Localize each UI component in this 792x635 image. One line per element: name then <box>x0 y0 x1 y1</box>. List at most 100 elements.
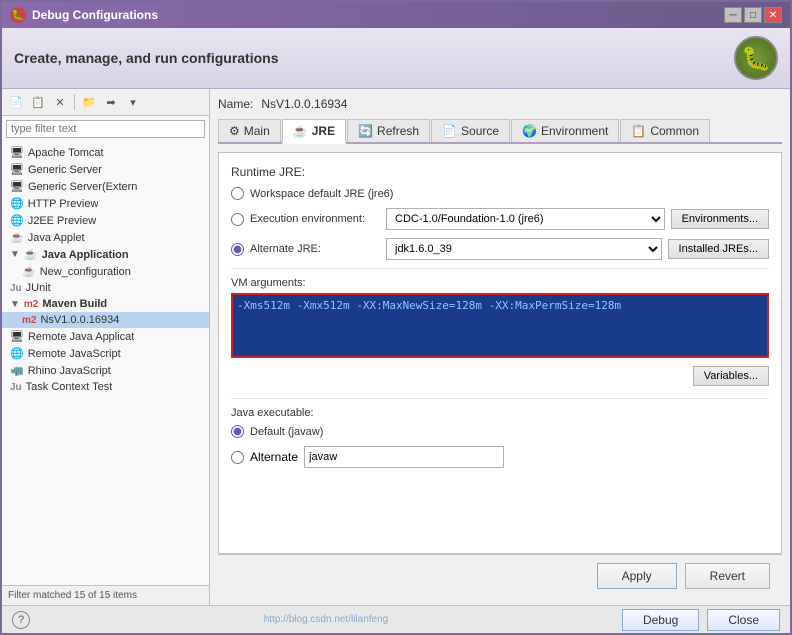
revert-button[interactable]: Revert <box>685 563 770 589</box>
default-javaw-row: Default (javaw) <box>231 425 769 438</box>
footer: ? http://blog.csdn.net/lilanfeng Debug C… <box>2 605 790 633</box>
duplicate-button[interactable]: 📋 <box>28 92 48 112</box>
footer-debug-row: Debug Close <box>622 609 780 631</box>
default-javaw-label: Default (javaw) <box>250 426 323 438</box>
tab-refresh[interactable]: 🔄 Refresh <box>347 119 430 142</box>
exec-env-radio[interactable] <box>231 213 244 226</box>
list-item[interactable]: ▼ ☕ Java Application <box>2 246 209 263</box>
vm-args-textarea[interactable]: -Xms512m -Xmx512m -XX:MaxNewSize=128m -X… <box>237 299 763 349</box>
tab-main-label: Main <box>244 124 270 138</box>
header-bar: Create, manage, and run configurations 🐛 <box>2 28 790 89</box>
exec-env-radio-row: Execution environment: <box>231 213 380 226</box>
tree-item-label: Maven Build <box>42 298 107 310</box>
alternate-javaw-radio[interactable] <box>231 451 244 464</box>
tree-item-label: Apache Tomcat <box>28 147 104 159</box>
list-item[interactable]: 🖥 Generic Server(Extern <box>2 178 209 195</box>
list-item[interactable]: 🖥 Remote Java Applicat <box>2 328 209 345</box>
help-button[interactable]: ? <box>12 611 30 629</box>
server-extern-icon: 🖥 <box>10 180 24 193</box>
workspace-jre-row: Workspace default JRE (jre6) <box>231 187 769 200</box>
jre-form: Runtime JRE: Workspace default JRE (jre6… <box>218 152 782 554</box>
filter-status: Filter matched 15 of 15 items <box>2 585 209 605</box>
tab-environment[interactable]: 🌍 Environment <box>511 119 619 142</box>
tab-source[interactable]: 📄 Source <box>431 119 510 142</box>
name-label: Name: <box>218 97 253 111</box>
list-item[interactable]: 🖥 Apache Tomcat <box>2 144 209 161</box>
dropdown-button[interactable]: ▾ <box>123 92 143 112</box>
tree-item-label: New_configuration <box>40 266 131 278</box>
java-app-icon: ☕ <box>24 248 38 261</box>
variables-button[interactable]: Variables... <box>693 366 769 386</box>
list-item[interactable]: 🌐 J2EE Preview <box>2 212 209 229</box>
new-config-icon: ☕ <box>22 265 36 278</box>
left-toolbar: 📄 📋 ✕ 📁 ➡ ▾ <box>2 89 209 116</box>
separator-1 <box>74 94 75 110</box>
env-tab-icon: 🌍 <box>522 124 537 138</box>
remote-js-icon: 🌐 <box>10 347 24 360</box>
junit-icon: Ju <box>10 283 22 294</box>
tab-common-label: Common <box>650 124 699 138</box>
j2ee-icon: 🌐 <box>10 214 24 227</box>
debug-configurations-window: Debug Configurations ─ □ ✕ Create, manag… <box>0 0 792 635</box>
tab-jre-label: JRE <box>312 124 335 138</box>
alt-jre-row: Alternate JRE: jdk1.6.0_39jre6jre7 Insta… <box>231 238 769 260</box>
installed-jres-button[interactable]: Installed JREs... <box>668 239 769 259</box>
bottom-bar: Apply Revert <box>218 554 782 597</box>
alternate-javaw-row: Alternate <box>231 446 769 468</box>
list-item[interactable]: 🌐 Remote JavaScript <box>2 345 209 362</box>
selected-config-item[interactable]: m2 NsV1.0.0.16934 <box>2 312 209 328</box>
java-exec-label: Java executable: <box>231 407 769 419</box>
list-item[interactable]: Ju Task Context Test <box>2 379 209 395</box>
left-panel: 📄 📋 ✕ 📁 ➡ ▾ 🖥 Apache Tomcat 🖥 Generic Se… <box>2 89 210 605</box>
alternate-javaw-input[interactable] <box>304 446 504 468</box>
exec-env-select[interactable]: CDC-1.0/Foundation-1.0 (jre6)JavaSE-1.6 … <box>386 208 665 230</box>
server-icon: 🖥 <box>10 163 24 176</box>
runtime-jre-label: Runtime JRE: <box>231 165 769 179</box>
list-item[interactable]: ▼ m2 Maven Build <box>2 296 209 312</box>
workspace-jre-radio[interactable] <box>231 187 244 200</box>
debug-button[interactable]: Debug <box>622 609 699 631</box>
workspace-jre-radio-label: Workspace default JRE (jre6) <box>250 188 393 200</box>
default-javaw-radio[interactable] <box>231 425 244 438</box>
list-item[interactable]: 🖥 Generic Server <box>2 161 209 178</box>
list-item[interactable]: ☕ New_configuration <box>2 263 209 280</box>
debug-icon <box>10 7 26 23</box>
list-item[interactable]: Ju JUnit <box>2 280 209 296</box>
vm-section: VM arguments: -Xms512m -Xmx512m -XX:MaxN… <box>231 277 769 386</box>
maximize-button[interactable]: □ <box>744 7 762 23</box>
ns-icon: m2 <box>22 315 36 326</box>
tab-jre[interactable]: ☕ JRE <box>282 119 346 144</box>
alt-jre-radio-row: Alternate JRE: <box>231 243 380 256</box>
tree-item-label: Java Application <box>42 249 129 261</box>
main-content: 📄 📋 ✕ 📁 ➡ ▾ 🖥 Apache Tomcat 🖥 Generic Se… <box>2 89 790 605</box>
tree-item-label: Generic Server(Extern <box>28 181 137 193</box>
right-panel: Name: NsV1.0.0.16934 ⚙ Main ☕ JRE 🔄 Refr… <box>210 89 790 605</box>
arrow-button[interactable]: ➡ <box>101 92 121 112</box>
list-item[interactable]: ☕ Java Applet <box>2 229 209 246</box>
tree-item-label: NsV1.0.0.16934 <box>40 314 119 326</box>
tab-common[interactable]: 📋 Common <box>620 119 710 142</box>
tab-main[interactable]: ⚙ Main <box>218 119 281 142</box>
divider-1 <box>231 268 769 269</box>
new-config-button[interactable]: 📄 <box>6 92 26 112</box>
common-tab-icon: 📋 <box>631 124 646 138</box>
alt-jre-select[interactable]: jdk1.6.0_39jre6jre7 <box>386 238 662 260</box>
apply-button[interactable]: Apply <box>597 563 677 589</box>
folder-button[interactable]: 📁 <box>79 92 99 112</box>
footer-close-button[interactable]: Close <box>707 609 780 631</box>
close-window-button[interactable]: ✕ <box>764 7 782 23</box>
jre-tab-icon: ☕ <box>293 124 308 138</box>
tomcat-icon: 🖥 <box>10 146 24 159</box>
list-item[interactable]: 🦏 Rhino JavaScript <box>2 362 209 379</box>
environments-button[interactable]: Environments... <box>671 209 769 229</box>
delete-button[interactable]: ✕ <box>50 92 70 112</box>
alt-jre-radio[interactable] <box>231 243 244 256</box>
filter-input[interactable] <box>6 120 205 138</box>
exec-env-row: Execution environment: CDC-1.0/Foundatio… <box>231 208 769 230</box>
alt-jre-radio-label: Alternate JRE: <box>250 243 380 255</box>
list-item[interactable]: 🌐 HTTP Preview <box>2 195 209 212</box>
refresh-tab-icon: 🔄 <box>358 124 373 138</box>
minimize-button[interactable]: ─ <box>724 7 742 23</box>
tree-item-label: Remote Java Applicat <box>28 331 134 343</box>
tree-item-label: HTTP Preview <box>28 198 99 210</box>
